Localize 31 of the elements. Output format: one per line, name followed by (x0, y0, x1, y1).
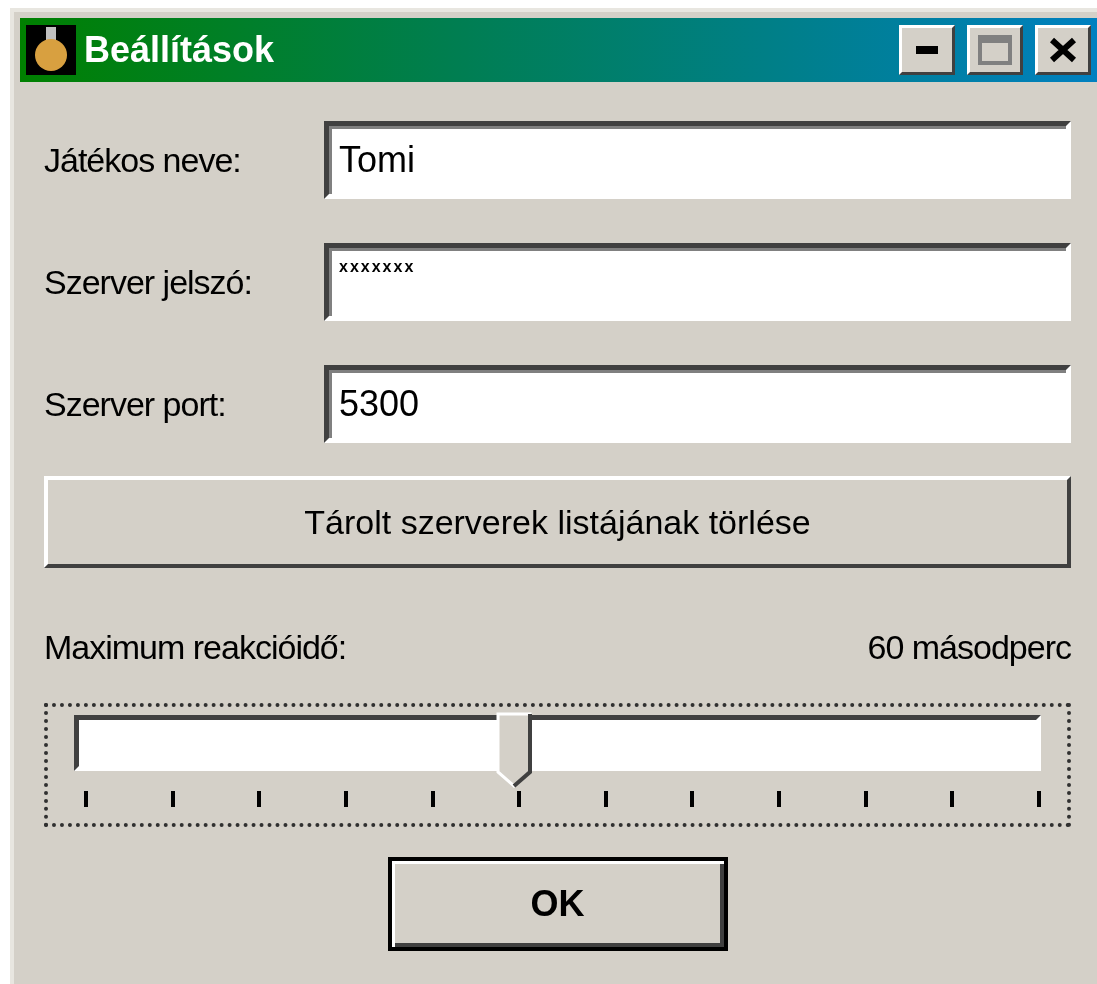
tick-mark (1036, 791, 1041, 807)
close-button[interactable] (1035, 25, 1091, 75)
maximize-icon (978, 35, 1012, 65)
tick-mark (430, 791, 435, 807)
field-label: Szerver jelszó: (44, 262, 253, 302)
tick-mark (170, 791, 175, 807)
tick-mark (690, 791, 695, 807)
password-field[interactable]: xxxxxxx (324, 243, 1071, 321)
tick-mark (863, 791, 868, 807)
minimize-icon (916, 46, 938, 54)
figure-icon (26, 25, 76, 75)
tick-mark (603, 791, 608, 807)
minimize-button[interactable] (899, 25, 955, 75)
slider-label: Maximum reakcióidő: (44, 628, 347, 667)
clear-servers-button[interactable]: Tárolt szerverek listájának törlése (44, 476, 1071, 568)
input-field[interactable]: Tomi (324, 121, 1071, 199)
tick-mark (257, 791, 262, 807)
tick-mark (950, 791, 955, 807)
input-field[interactable]: 5300 (324, 365, 1071, 443)
ok-button[interactable]: OK (387, 857, 728, 951)
slider-reading: 60 másodperc (867, 628, 1071, 667)
tick-mark (84, 791, 88, 807)
window-title: Beállítások (84, 29, 276, 71)
slider-thumb[interactable] (495, 712, 532, 788)
maximize-button[interactable] (967, 25, 1023, 75)
tick-mark (343, 791, 348, 807)
close-icon (1049, 37, 1077, 63)
tick-mark (517, 791, 522, 807)
field-label: Játékos neve: (44, 140, 242, 180)
field-label: Szerver port: (44, 384, 227, 424)
tick-mark (777, 791, 781, 807)
